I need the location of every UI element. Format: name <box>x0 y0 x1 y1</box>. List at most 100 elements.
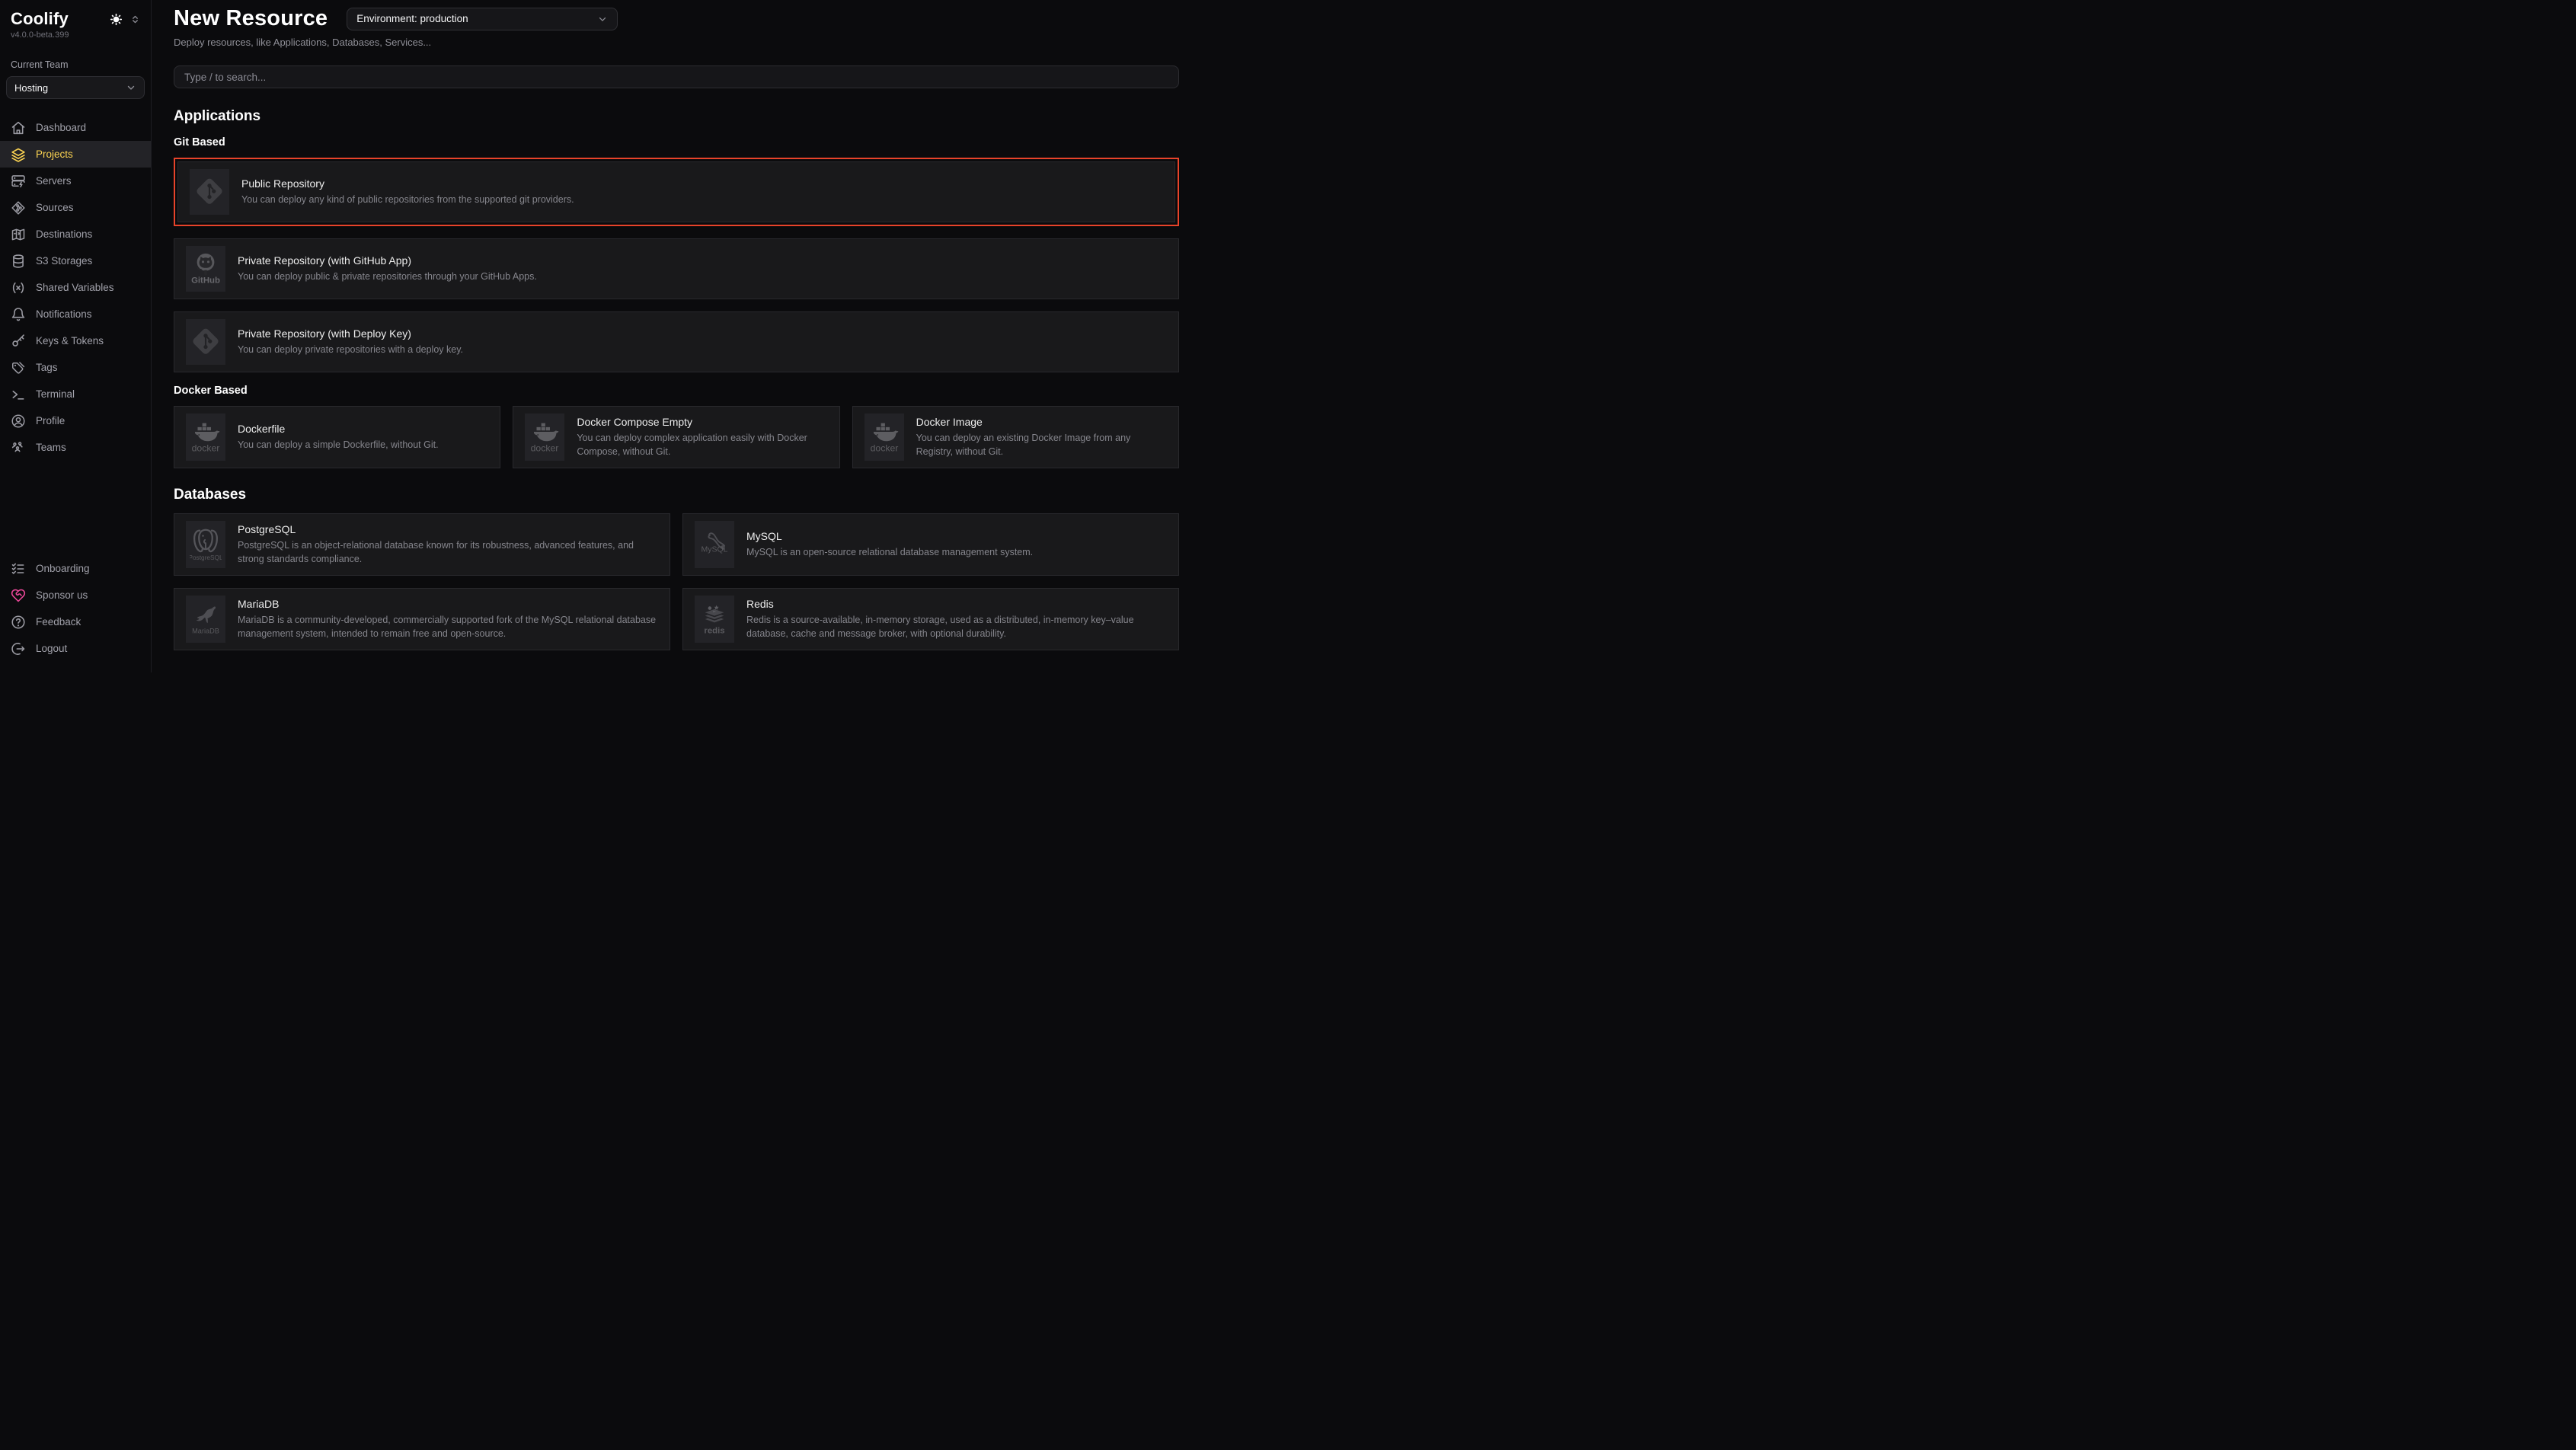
sidebar-item-label: Sources <box>36 202 74 213</box>
main-content: New Resource Environment: production Dep… <box>152 0 1194 672</box>
card-private-repository-deploy-key[interactable]: Private Repository (with Deploy Key) You… <box>174 311 1179 372</box>
sidebar-item-onboarding[interactable]: Onboarding <box>0 555 151 582</box>
environment-select[interactable]: Environment: production <box>347 8 618 30</box>
card-title: PostgreSQL <box>238 523 659 535</box>
sidebar-item-profile[interactable]: Profile <box>0 407 151 434</box>
sidebar-item-servers[interactable]: Servers <box>0 168 151 194</box>
sidebar-item-label: Onboarding <box>36 563 90 574</box>
svg-text:docker: docker <box>531 442 559 453</box>
card-dockerfile[interactable]: docker Dockerfile You can deploy a simpl… <box>174 406 500 468</box>
svg-text:PostgreSQL: PostgreSQL <box>190 554 222 561</box>
sidebar-item-feedback[interactable]: Feedback <box>0 608 151 635</box>
heart-handshake-icon <box>11 588 26 603</box>
card-description: PostgreSQL is an object-relational datab… <box>238 538 659 566</box>
page-subtitle: Deploy resources, like Applications, Dat… <box>174 37 1179 48</box>
card-title: Docker Image <box>916 416 1168 428</box>
sidebar-item-label: Sponsor us <box>36 589 88 601</box>
card-title: Redis <box>746 598 1168 610</box>
variable-icon <box>11 280 26 295</box>
sidebar-nav: Dashboard Projects Servers <box>0 114 151 461</box>
sidebar-item-label: Logout <box>36 643 67 654</box>
card-mariadb[interactable]: MariaDB MariaDB MariaDB is a community-d… <box>174 588 670 650</box>
svg-text:docker: docker <box>192 442 220 453</box>
key-icon <box>11 334 26 349</box>
chevron-down-icon <box>126 82 136 93</box>
git-logo <box>186 319 225 365</box>
sidebar-item-sponsor-us[interactable]: Sponsor us <box>0 582 151 608</box>
card-title: Dockerfile <box>238 423 439 435</box>
sidebar-item-teams[interactable]: Teams <box>0 434 151 461</box>
mysql-logo: MySQL <box>695 521 734 568</box>
help-circle-icon <box>11 615 26 630</box>
database-cards-grid: PostgreSQL PostgreSQL PostgreSQL is an o… <box>174 513 1179 650</box>
card-private-repository-github-app[interactable]: GitHub Private Repository (with GitHub A… <box>174 238 1179 299</box>
team-select[interactable]: Hosting <box>6 76 145 99</box>
sidebar-item-tags[interactable]: Tags <box>0 354 151 381</box>
user-circle-icon <box>11 414 26 429</box>
users-icon <box>11 440 26 455</box>
sidebar-item-label: Projects <box>36 149 73 160</box>
tag-icon <box>11 360 26 375</box>
sidebar-item-shared-variables[interactable]: Shared Variables <box>0 274 151 301</box>
logout-icon <box>11 641 26 656</box>
app-version: v4.0.0-beta.399 <box>0 29 151 40</box>
page-title: New Resource <box>174 6 328 31</box>
card-postgresql[interactable]: PostgreSQL PostgreSQL PostgreSQL is an o… <box>174 513 670 576</box>
sidebar-item-label: Notifications <box>36 308 92 320</box>
list-checks-icon <box>11 561 26 576</box>
page-header: New Resource Environment: production <box>174 6 1179 31</box>
card-description: You can deploy a simple Dockerfile, with… <box>238 438 439 452</box>
card-description: You can deploy any kind of public reposi… <box>241 193 574 206</box>
databases-section-title: Databases <box>174 487 1179 503</box>
highlight-annotation: Public Repository You can deploy any kin… <box>174 158 1179 226</box>
sidebar-item-projects[interactable]: Projects <box>0 141 151 168</box>
docker-logo: docker <box>525 414 564 461</box>
card-docker-image[interactable]: docker Docker Image You can deploy an ex… <box>852 406 1179 468</box>
environment-select-value: Environment: production <box>356 13 468 24</box>
card-public-repository[interactable]: Public Repository You can deploy any kin… <box>177 161 1175 222</box>
git-fork-icon <box>11 200 26 216</box>
sidebar-item-sources[interactable]: Sources <box>0 194 151 221</box>
sidebar: Coolify v4.0.0-beta.399 Current Team Hos… <box>0 0 152 672</box>
sidebar-item-notifications[interactable]: Notifications <box>0 301 151 327</box>
card-redis[interactable]: redis Redis Redis is a source-available,… <box>682 588 1179 650</box>
card-description: You can deploy public & private reposito… <box>238 270 537 283</box>
sidebar-item-terminal[interactable]: Terminal <box>0 381 151 407</box>
chevron-down-icon <box>597 14 608 24</box>
sidebar-item-destinations[interactable]: Destinations <box>0 221 151 248</box>
card-title: Docker Compose Empty <box>577 416 828 428</box>
docker-based-subheading: Docker Based <box>174 385 1179 397</box>
sidebar-item-dashboard[interactable]: Dashboard <box>0 114 151 141</box>
svg-text:redis: redis <box>704 626 724 635</box>
sidebar-item-label: Tags <box>36 362 58 373</box>
card-mysql[interactable]: MySQL MySQL MySQL is an open-source rela… <box>682 513 1179 576</box>
github-logo: GitHub <box>186 246 225 292</box>
theme-sun-icon[interactable] <box>110 13 123 26</box>
svg-text:MySQL: MySQL <box>701 545 727 554</box>
card-docker-compose-empty[interactable]: docker Docker Compose Empty You can depl… <box>513 406 839 468</box>
git-logo <box>190 169 229 215</box>
chevrons-up-down-icon[interactable] <box>130 14 140 24</box>
sidebar-item-label: Destinations <box>36 228 92 240</box>
sidebar-item-label: Keys & Tokens <box>36 335 104 347</box>
sidebar-item-s3-storages[interactable]: S3 Storages <box>0 248 151 274</box>
sidebar-item-logout[interactable]: Logout <box>0 635 151 662</box>
search-input[interactable] <box>174 65 1179 88</box>
applications-section-title: Applications <box>174 108 1179 125</box>
card-title: Public Repository <box>241 177 574 190</box>
sidebar-item-label: Teams <box>36 442 66 453</box>
redis-logo: redis <box>695 596 734 643</box>
docker-logo: docker <box>865 414 904 461</box>
card-description: You can deploy private repositories with… <box>238 343 463 356</box>
sidebar-item-label: Terminal <box>36 388 75 400</box>
sidebar-footer-nav: Onboarding Sponsor us Feedback <box>0 555 151 662</box>
postgresql-logo: PostgreSQL <box>186 521 225 568</box>
card-description: MariaDB is a community-developed, commer… <box>238 613 659 640</box>
sidebar-item-label: Shared Variables <box>36 282 114 293</box>
sidebar-item-keys-tokens[interactable]: Keys & Tokens <box>0 327 151 354</box>
svg-text:MariaDB: MariaDB <box>192 627 219 634</box>
sidebar-item-label: Profile <box>36 415 65 426</box>
card-title: Private Repository (with Deploy Key) <box>238 327 463 340</box>
card-description: You can deploy an existing Docker Image … <box>916 431 1168 458</box>
team-select-value: Hosting <box>14 82 48 94</box>
